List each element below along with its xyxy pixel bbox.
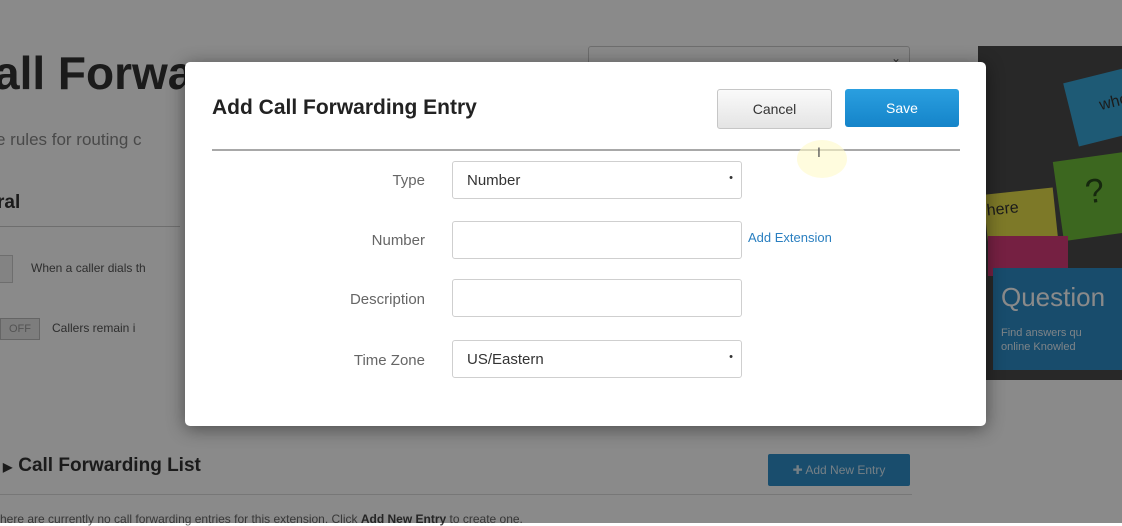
- add-extension-link[interactable]: Add Extension: [748, 230, 832, 245]
- time-zone-value: US/Eastern: [467, 351, 544, 368]
- type-value: Number: [467, 172, 521, 189]
- type-select[interactable]: Number •: [452, 161, 742, 199]
- save-button[interactable]: Save: [845, 89, 959, 127]
- dropdown-bullet-icon: •: [729, 172, 733, 184]
- text-cursor-icon: I: [817, 144, 821, 160]
- add-call-forwarding-modal: Add Call Forwarding Entry Cancel Save I …: [185, 62, 986, 426]
- description-label: Description: [349, 291, 425, 308]
- time-zone-select[interactable]: US/Eastern •: [452, 340, 742, 378]
- description-input[interactable]: [452, 279, 742, 317]
- type-label: Type: [392, 172, 425, 189]
- cursor-highlight: [797, 140, 847, 178]
- number-input[interactable]: [452, 221, 742, 259]
- modal-title: Add Call Forwarding Entry: [212, 96, 477, 119]
- divider: [212, 149, 960, 151]
- time-zone-label: Time Zone: [353, 352, 425, 369]
- number-label: Number: [371, 232, 425, 249]
- dropdown-bullet-icon: •: [729, 351, 733, 363]
- cancel-button[interactable]: Cancel: [717, 89, 832, 129]
